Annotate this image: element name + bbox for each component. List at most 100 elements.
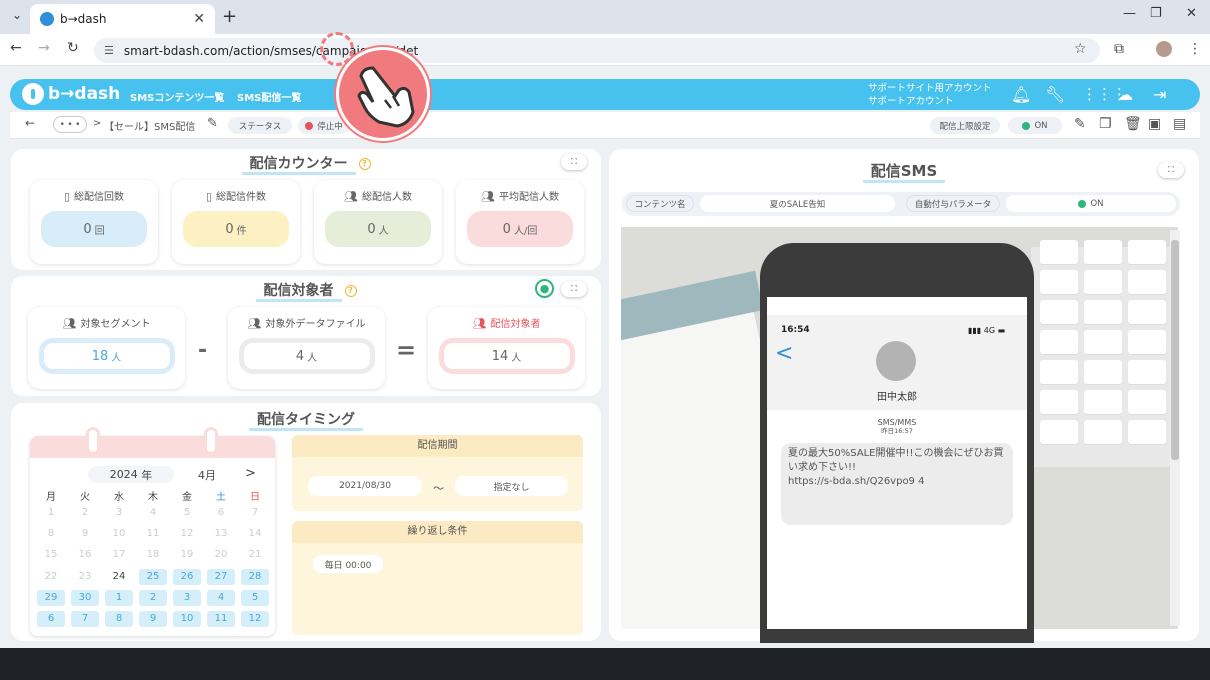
target-segment[interactable]: 👥︎ 対象セグメント 18 人 bbox=[28, 307, 185, 389]
reload-icon[interactable]: ↻ bbox=[67, 40, 79, 56]
period-separator: 〜 bbox=[433, 482, 444, 495]
extensions-icon[interactable]: ⧉ bbox=[1114, 41, 1124, 57]
calendar-day[interactable]: 29 bbox=[37, 589, 65, 606]
account-name: サポートアカウント bbox=[868, 96, 954, 107]
calendar-day[interactable]: 28 bbox=[241, 568, 269, 585]
users-icon: 👥︎ bbox=[247, 317, 262, 330]
key-image bbox=[1084, 420, 1122, 444]
content-name-label: コンテンツ名 bbox=[626, 195, 694, 212]
new-tab-icon[interactable]: + bbox=[222, 6, 237, 27]
calendar-day[interactable]: 10 bbox=[173, 611, 201, 627]
counter-title-text: 配信カウンター bbox=[241, 156, 356, 175]
site-info-icon[interactable]: ☰ bbox=[104, 44, 114, 57]
calendar-day[interactable]: 12 bbox=[241, 611, 269, 627]
target-excluded[interactable]: 👥︎ 対象外データファイル 4人 bbox=[228, 307, 385, 389]
close-window-icon[interactable]: ✕ bbox=[1186, 6, 1197, 21]
profile-avatar[interactable] bbox=[1156, 41, 1172, 57]
key-image bbox=[1084, 270, 1122, 294]
trash-icon[interactable]: 🗑︎ bbox=[1124, 116, 1142, 132]
archive-icon[interactable]: ▣ bbox=[1148, 116, 1161, 132]
calendar-day[interactable]: 3 bbox=[173, 589, 201, 606]
stat-value: 0 bbox=[502, 221, 511, 237]
nav-sms-contents[interactable]: SMSコンテンツ一覧 bbox=[130, 89, 224, 104]
calendar-day[interactable]: 9 bbox=[139, 611, 167, 627]
forward-icon[interactable]: → bbox=[38, 40, 50, 56]
stat-label: 平均配信人数 bbox=[498, 192, 559, 203]
chat-icon[interactable]: ☁ bbox=[1117, 85, 1133, 104]
expand-counter-icon[interactable]: ⛶ bbox=[561, 154, 587, 170]
help-icon[interactable]: ? bbox=[358, 158, 371, 170]
status-label: ステータス bbox=[228, 117, 292, 134]
back-icon[interactable]: ← bbox=[10, 40, 22, 56]
tab-search-icon[interactable]: ⌄ bbox=[8, 8, 26, 26]
back-arrow-icon[interactable]: ← bbox=[25, 116, 35, 130]
logo-text: b→dash bbox=[48, 84, 121, 104]
wrench-icon[interactable]: 🔧︎ bbox=[1045, 85, 1065, 104]
calendar-day[interactable]: 2 bbox=[139, 589, 167, 606]
nav-sms-deliveries[interactable]: SMS配信一覧 bbox=[237, 89, 301, 104]
calendar-day[interactable]: 5 bbox=[241, 589, 269, 606]
minimize-icon[interactable]: — bbox=[1123, 6, 1136, 21]
breadcrumb-title: 【セール】SMS配信 bbox=[104, 122, 196, 133]
user-settings-icon[interactable]: ● bbox=[535, 279, 554, 298]
calendar-day: 17 bbox=[112, 549, 126, 561]
calendar-day[interactable]: 4 bbox=[207, 589, 235, 606]
copy-icon[interactable]: ❐ bbox=[1099, 116, 1112, 132]
calendar-day: 4 bbox=[149, 507, 157, 518]
period-start: 2021/08/30 bbox=[308, 476, 422, 496]
stat-value: 0 bbox=[83, 221, 92, 237]
close-tab-icon[interactable]: ✕ bbox=[193, 11, 205, 27]
calendar-day[interactable]: 11 bbox=[207, 611, 235, 627]
edit-pencil-icon[interactable]: ✎ bbox=[207, 116, 218, 131]
calendar-day[interactable]: 30 bbox=[71, 589, 99, 606]
phone-status: ▮▮▮ 4G ▬ bbox=[968, 326, 1005, 335]
calendar-day[interactable]: 8 bbox=[105, 611, 133, 627]
expand-target-icon[interactable]: ⛶ bbox=[561, 281, 587, 297]
segment-unit: 人 bbox=[111, 352, 122, 364]
equals-sign: = bbox=[396, 336, 417, 364]
browser-tab[interactable]: b→dash ✕ bbox=[30, 4, 215, 34]
stat-total-people: 👥︎ 総配信人数 0人 bbox=[314, 180, 442, 264]
repeat-label: 繰り返し条件 bbox=[292, 521, 583, 543]
calendar-day: 18 bbox=[146, 549, 160, 561]
bookmark-star-icon[interactable]: ☆ bbox=[1074, 41, 1087, 57]
limit-toggle[interactable]: ON bbox=[1008, 117, 1062, 134]
calendar-day: 11 bbox=[146, 528, 160, 540]
year-suffix: 年 bbox=[141, 468, 153, 482]
edit-icon[interactable]: ✎ bbox=[1074, 116, 1086, 132]
calendar-day[interactable]: 26 bbox=[173, 568, 201, 585]
help-icon[interactable]: ? bbox=[344, 285, 357, 297]
document-icon[interactable]: ▤ bbox=[1173, 116, 1186, 132]
key-image bbox=[1040, 240, 1078, 264]
address-bar[interactable]: ☰ smart-bdash.com/action/smses/campaign/… bbox=[94, 38, 1100, 63]
weekday-header: 火 bbox=[80, 492, 90, 503]
browser-menu-icon[interactable]: ⋮ bbox=[1188, 41, 1202, 57]
calendar-day[interactable]: 6 bbox=[37, 611, 65, 627]
calendar-day: 10 bbox=[112, 528, 126, 540]
contact-name: 田中太郎 bbox=[877, 392, 917, 403]
segment-label: 対象セグメント bbox=[80, 319, 151, 330]
logo[interactable]: b→dash bbox=[22, 83, 120, 105]
breadcrumb-ellipsis[interactable]: • • • bbox=[53, 116, 87, 133]
maximize-icon[interactable]: ❐ bbox=[1150, 6, 1162, 21]
key-image bbox=[1040, 300, 1078, 324]
calendar-year[interactable]: 2024 年 bbox=[88, 466, 174, 483]
sms-title: 配信SMS bbox=[609, 160, 1199, 183]
calendar-day[interactable]: 7 bbox=[71, 611, 99, 627]
calendar-month[interactable]: 4月 bbox=[178, 466, 236, 483]
calendar-day: 22 bbox=[44, 570, 58, 582]
account-info[interactable]: サポートサイト用アカウント サポートアカウント bbox=[868, 82, 992, 108]
weekday-header: 木 bbox=[148, 492, 158, 503]
key-image bbox=[1128, 360, 1166, 384]
calendar-day[interactable]: 27 bbox=[207, 568, 235, 585]
key-image bbox=[1128, 270, 1166, 294]
expand-sms-icon[interactable]: ⛶ bbox=[1158, 162, 1184, 178]
scrollbar-thumb[interactable] bbox=[1171, 240, 1179, 460]
logout-icon[interactable]: ⇥ bbox=[1153, 85, 1166, 104]
calendar-day[interactable]: 1 bbox=[105, 589, 133, 606]
bell-icon[interactable]: 🔔︎ bbox=[1011, 85, 1031, 104]
next-month-icon[interactable]: > bbox=[245, 466, 256, 481]
calendar-day[interactable]: 24 bbox=[105, 569, 133, 585]
result-value: 14 bbox=[491, 348, 509, 364]
calendar-day[interactable]: 25 bbox=[139, 568, 167, 585]
